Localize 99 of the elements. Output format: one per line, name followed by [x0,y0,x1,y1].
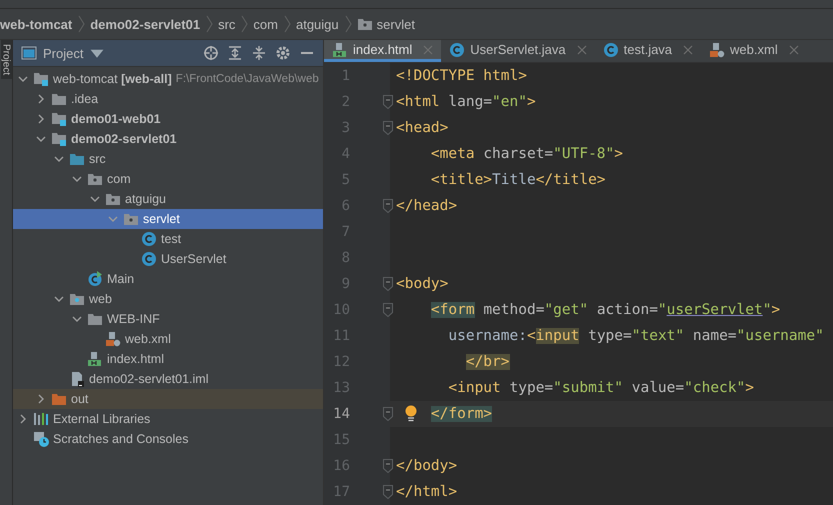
tree-item[interactable]: test [13,229,323,249]
tree-item[interactable]: UserServlet [13,249,323,269]
item-label: demo02-servlet01 [71,132,177,146]
item-label: web [89,292,112,306]
editor-tab[interactable]: UserServlet.java [441,40,595,62]
folder-icon [51,91,67,107]
folder-icon [69,151,85,167]
item-label: Scratches and Consoles [53,432,188,446]
folder-icon [105,191,121,207]
chevron-icon [77,15,86,33]
expand-all-icon[interactable] [227,45,243,61]
breadcrumb-item[interactable]: servlet [376,16,415,32]
path-hint: F:\FrontCode\JavaWeb\web [176,73,319,85]
folder-icon [33,71,49,87]
breadcrumb-item[interactable]: src [218,16,236,32]
item-label: WEB-INF [107,312,160,326]
tree-item[interactable]: web [13,289,323,309]
item-label: web-tomcat [web-all] [53,72,172,86]
code-line: <body> [396,276,448,292]
item-label: out [71,392,88,406]
close-icon[interactable] [576,44,587,54]
view-selector[interactable]: Project [21,45,195,61]
tree-item[interactable]: src [13,149,323,169]
chevron-icon [240,15,248,33]
item-label: test [161,232,182,246]
tree-item[interactable]: External Libraries [13,409,323,429]
close-icon[interactable] [683,44,694,54]
xml-file-icon [105,331,121,347]
chevron-icon [344,15,352,33]
tree-item[interactable]: com [13,169,323,189]
item-label: index.html [107,352,164,366]
tree-item[interactable]: demo01-web01 [13,109,323,129]
tree-item[interactable]: Scratches and Consoles [13,429,323,449]
code-line: username:<input type="text" name="username" [447,328,824,344]
breadcrumb-item[interactable]: com [253,16,278,32]
item-label: servlet [143,212,180,226]
item-label: src [89,152,106,166]
html-file-icon [87,351,103,367]
item-label: web.xml [125,332,171,346]
folder-icon [51,391,67,407]
folder-icon [69,291,85,307]
tree-item[interactable]: WEB-INF [13,309,323,329]
editor-tab[interactable]: test.java [594,40,702,62]
chevron-icon [282,15,291,33]
project-tool-button[interactable]: Project [0,40,12,80]
code-line: </body> [396,458,458,474]
breadcrumb-item[interactable]: atguigu [296,16,339,32]
code-line: <head> [396,120,448,136]
folder-icon [356,16,373,32]
xml-file-icon [709,42,726,58]
breadcrumb-item[interactable]: demo02-servlet01 [90,16,200,32]
tree-item[interactable]: servlet [13,209,323,229]
code-line: </html> [396,484,458,500]
locate-icon[interactable] [203,45,219,61]
folder-icon [123,211,139,227]
tree-item[interactable]: out [13,389,323,409]
code-line: <title>Title</title> [430,172,606,188]
tree-item[interactable]: demo02-servlet01.iml [13,369,323,389]
editor-tab[interactable]: web.xml [701,40,807,62]
code-line: <input type="submit" value="check"> [447,380,754,396]
item-label: UserServlet [161,252,226,266]
item-label: demo01-web01 [71,112,161,126]
close-icon[interactable] [788,44,799,54]
chevron-icon [205,15,214,33]
code-line: </head> [396,198,458,214]
item-label: .idea [71,92,98,106]
tree-item[interactable]: Main [13,269,323,289]
window-icon [21,45,37,61]
folder-icon [51,111,67,127]
tree-item[interactable]: web-tomcat [web-all] F:\FrontCode\JavaWeb\web [13,69,323,89]
line-number: 14 [332,406,350,422]
settings-icon[interactable] [275,45,291,61]
tree-item[interactable]: web.xml [13,329,323,349]
tree-item[interactable]: .idea [13,89,323,109]
class-icon [87,271,103,287]
editor-tab[interactable]: index.html [324,40,442,62]
folder-icon [51,131,67,147]
item-label: demo02-servlet01.iml [89,372,208,386]
item-label: External Libraries [53,412,150,426]
folder-icon [87,171,103,187]
class-icon [141,231,157,247]
libraries-icon [33,411,49,427]
class-icon [141,251,157,267]
folder-icon [87,311,103,327]
code-line: <form method="get" action="userServlet"> [430,302,780,318]
code-line: <meta charset="UTF-8"> [430,146,623,162]
item-label: atguigu [125,192,166,206]
tree-item[interactable]: atguigu [13,189,323,209]
scratches-icon [33,431,49,447]
item-label: com [107,172,131,186]
file-icon [69,371,85,387]
item-label: Main [107,272,134,286]
collapse-all-icon[interactable] [251,45,267,61]
tree-item[interactable]: demo02-servlet01 [13,129,323,149]
code-line: <html lang="en"> [396,94,536,110]
tree-item[interactable]: index.html [13,349,323,369]
code-line: <!DOCTYPE html> [396,68,527,84]
breadcrumb-item[interactable]: web-tomcat [0,16,72,32]
html-file-icon [332,42,348,58]
